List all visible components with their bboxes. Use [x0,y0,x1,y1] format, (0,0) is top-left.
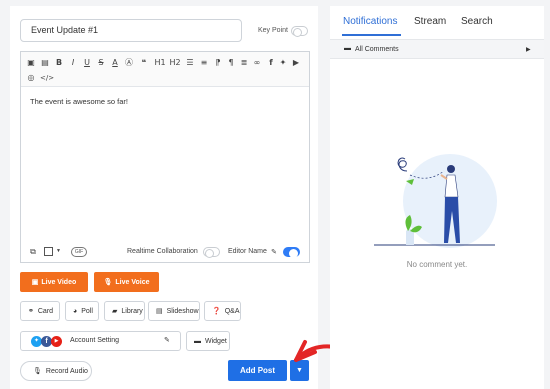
comment-filter-label: All Comments [355,46,399,53]
account-setting-label: Account Setting [70,337,120,344]
unordered-list-icon[interactable]: ≡ [199,58,209,68]
gallery-icon[interactable]: ▤ [40,58,50,68]
qa-button[interactable]: ❓ Q&A [204,301,241,321]
library-label: Library [121,307,143,315]
editor-content[interactable]: The event is awesome so far! [30,97,128,106]
empty-comments-text: No comment yet. [406,260,468,269]
comments-panel: Notifications Stream Search ▬ All Commen… [330,6,544,389]
widget-button[interactable]: ▬ Widget [186,331,230,351]
key-point-label: Key Point [258,27,288,34]
key-point-toggle[interactable] [291,26,308,37]
ordered-list-icon[interactable]: ☰ [185,58,195,68]
account-setting-button[interactable]: ✦ f ▶ Account Setting ✎ [20,331,181,351]
tab-stream[interactable]: Stream [414,16,446,27]
link-icon[interactable]: ∞ [252,58,262,68]
image-icon[interactable]: ▣ [26,58,36,68]
chevron-right-icon: ▶ [526,47,531,53]
question-icon: ❓ [212,308,221,315]
rich-text-editor[interactable]: ▣ ▤ B I U S A Ⓐ ❝ H1 H2 ☰ ≡ ⁋ ¶ ≣ ∞ f ✦ … [20,51,310,263]
color-swatch[interactable] [44,247,53,256]
editor-toolbar: ▣ ▤ B I U S A Ⓐ ❝ H1 H2 ☰ ≡ ⁋ ¶ ≣ ∞ f ✦ … [21,52,309,87]
widget-label: Widget [205,337,227,345]
card-label: Card [37,307,54,315]
record-audio-button[interactable]: 🎙 Record Audio [20,361,92,381]
pie-chart-icon: ◕ [73,307,78,315]
library-button[interactable]: ▰ Library [104,301,145,321]
add-post-button[interactable]: Add Post [228,360,287,381]
rtl-icon[interactable]: ⁋ [213,58,223,68]
underline-icon[interactable]: U [82,58,92,68]
youtube-avatar-icon: ▶ [51,336,62,347]
link-icon: ⚭ [28,308,34,315]
poll-button[interactable]: ◕ Poll [65,301,99,321]
microphone-icon: 🎙 [103,279,113,286]
video-camera-icon: ▣ [31,279,39,286]
instagram-icon[interactable]: ◎ [26,73,36,83]
text-color-icon[interactable]: A [110,58,120,68]
live-voice-label: Live Voice [115,278,150,286]
edit-pencil-icon: ✎ [164,337,170,344]
youtube-icon[interactable]: ▶ [291,58,301,68]
record-audio-label: Record Audio [45,367,88,375]
live-voice-button[interactable]: 🎙 Live Voice [94,272,159,292]
slideshow-label: Slideshow [166,307,199,315]
edit-pencil-icon[interactable]: ✎ [269,247,279,257]
widget-icon: ▬ [194,337,201,345]
quote-icon[interactable]: ❝ [139,58,149,68]
post-title-input[interactable]: Event Update #1 [20,19,242,42]
qa-label: Q&A [224,307,240,315]
live-video-label: Live Video [41,278,77,286]
card-button[interactable]: ⚭ Card [20,301,60,321]
pilcrow-icon[interactable]: ¶ [226,58,236,68]
poll-label: Poll [81,307,93,315]
editor-name-label: Editor Name [228,248,267,255]
align-icon[interactable]: ≣ [239,58,249,68]
slideshow-button[interactable]: ▤ Slideshow [148,301,200,321]
slideshow-icon: ▤ [156,308,163,315]
comments-icon: ▬ [344,45,351,52]
realtime-collaboration-toggle[interactable] [203,247,220,258]
empty-state-illustration [374,154,497,248]
strikethrough-icon[interactable]: S [96,58,106,68]
heading1-icon[interactable]: H1 [154,58,166,68]
bold-icon[interactable]: B [54,58,64,68]
active-tab-indicator [342,34,401,36]
folder-icon: ▰ [112,308,118,315]
realtime-collaboration-label: Realtime Collaboration [127,248,198,255]
comment-filter-bar[interactable]: ▬ All Comments ▶ [330,39,544,59]
heading2-icon[interactable]: H2 [169,58,181,68]
editor-name-toggle[interactable] [283,247,300,258]
editor-footer: ⧉ ▼ GIF Realtime Collaboration Editor Na… [21,242,309,262]
twitter-icon[interactable]: ✦ [278,58,288,68]
italic-icon[interactable]: I [68,58,78,68]
gif-button[interactable]: GIF [71,247,87,257]
facebook-icon[interactable]: f [266,58,276,68]
microphone-icon: 🎙 [33,368,42,375]
copy-icon[interactable]: ⧉ [28,247,38,257]
tab-notifications[interactable]: Notifications [343,16,397,27]
code-icon[interactable]: </> [40,73,54,83]
highlight-icon[interactable]: Ⓐ [124,58,134,68]
chevron-down-icon[interactable]: ▼ [56,248,61,254]
tab-search[interactable]: Search [461,16,493,27]
live-video-button[interactable]: ▣ Live Video [20,272,88,292]
